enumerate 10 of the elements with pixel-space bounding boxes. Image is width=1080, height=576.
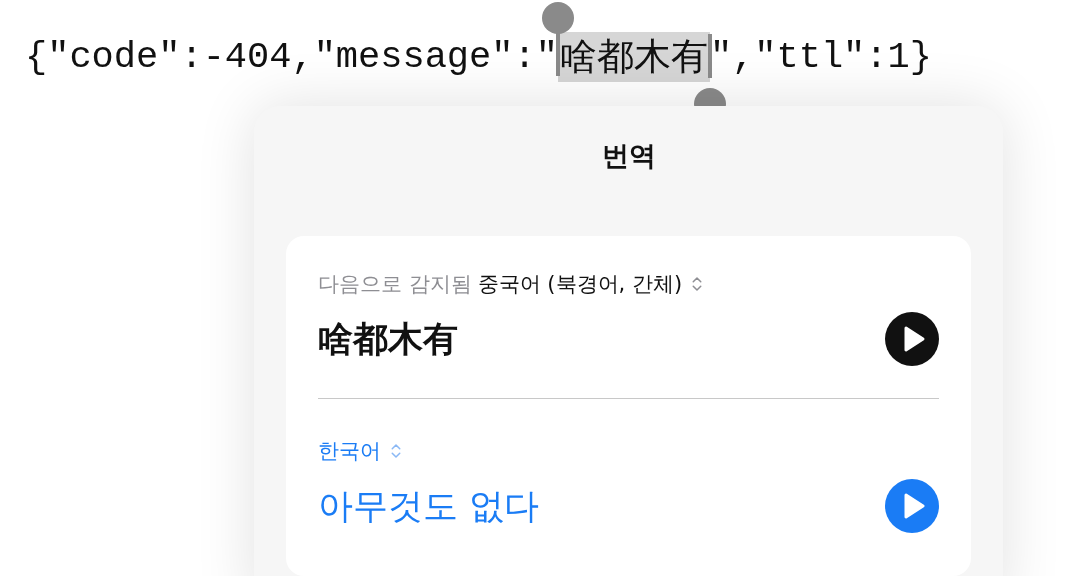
source-language[interactable]: 중국어 (북경어, 간체)	[477, 270, 683, 298]
play-button[interactable]	[885, 312, 939, 366]
translated-text: 아무것도 없다	[318, 484, 540, 528]
popover-title: 번역	[601, 139, 656, 173]
code-text: ","ttl":1}	[709, 36, 932, 78]
selection-handle[interactable]	[541, 2, 574, 34]
target-language[interactable]: 한국어	[318, 437, 381, 465]
code-text: {"code":-404,"message":"	[25, 36, 558, 78]
source-text: 啥都木有	[318, 317, 458, 361]
detected-label: 다음으로 감지됨	[318, 271, 472, 298]
